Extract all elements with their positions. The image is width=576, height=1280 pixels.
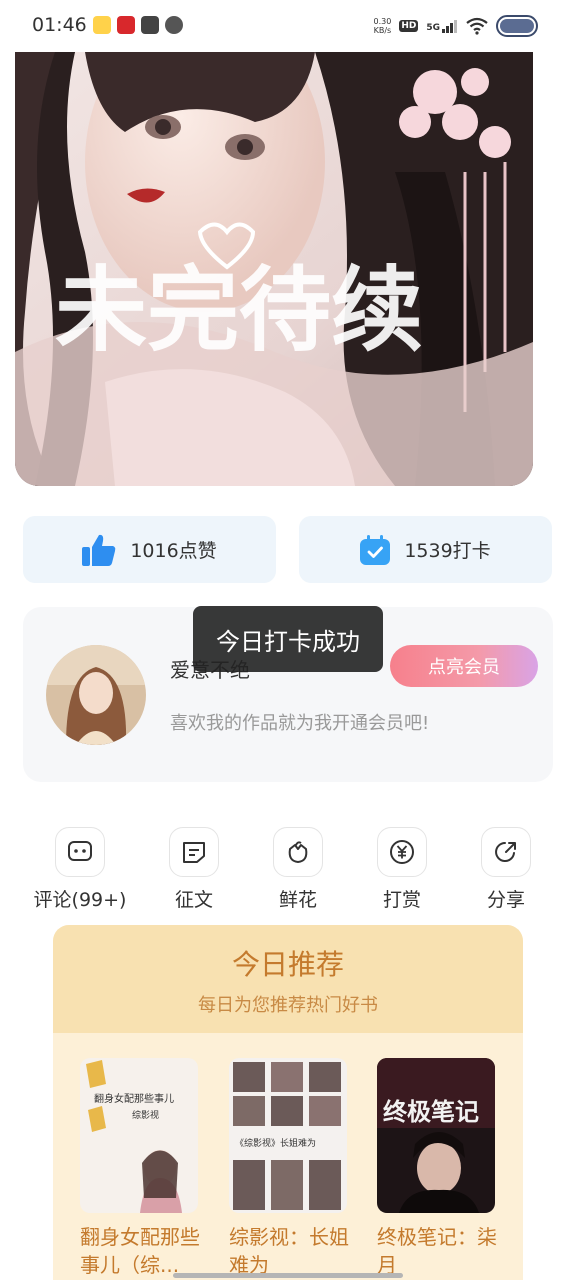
reward-label: 打赏 [382,889,421,911]
book-cover: 翻身女配那些事儿 综影视 [80,1058,198,1213]
thumbs-up-icon [82,534,116,566]
notification-app-icon-2 [117,16,135,34]
like-count: 1016点赞 [130,540,217,562]
flower-label: 鲜花 [278,889,317,911]
author-description: 喜欢我的作品就为我开通会员吧! [170,713,430,734]
essay-icon [183,842,205,863]
network-speed: 0.30 KB/s [373,17,392,35]
status-bar: 01:46 0.30 KB/s HD 5G [0,0,576,52]
book-title: 终极笔记：柒月 [377,1225,497,1277]
comment-label: 评论(99+) [33,889,127,911]
book-cover-art[interactable]: 未完待续 [15,52,533,486]
notification-app-icon-4 [165,16,183,34]
cover-overlay-text: 未完待续 [55,256,423,364]
book-cover: 《综影视》长姐难为 [229,1058,347,1213]
recommend-header: 今日推荐 每日为您推荐热门好书 [53,925,523,1033]
book-cover-title: 《综影视》长姐难为 [235,1137,316,1149]
recommend-book-2[interactable]: 《综影视》长姐难为 综影视：长姐难为 [229,1058,349,1279]
checkin-count: 1539打卡 [404,540,491,562]
recommend-title: 今日推荐 [231,948,344,981]
share-icon [495,842,516,862]
like-button[interactable]: 1016点赞 [23,516,276,583]
book-cover-title: 翻身女配那些事儿 [94,1092,174,1105]
flower-icon [288,841,308,863]
book-cover: 终极笔记 [377,1058,495,1213]
signal-icon: 5G [426,19,458,33]
recommend-book-1[interactable]: 翻身女配那些事儿 综影视 翻身女配那些事儿（综... [80,1058,200,1279]
notification-app-icon-1 [93,16,111,34]
yuan-coin-icon [390,840,414,864]
flower-action[interactable]: 鲜花 [243,827,353,912]
book-title: 翻身女配那些事儿（综... [80,1225,200,1277]
reward-action[interactable]: 打赏 [347,827,457,912]
share-label: 分享 [486,889,525,911]
book-title: 综影视：长姐难为 [229,1225,349,1277]
essay-action[interactable]: 征文 [139,827,249,912]
daily-recommend-section: 今日推荐 每日为您推荐热门好书 翻身女配那些事儿 综影视 翻身女配那些事儿（综.… [53,925,523,1280]
calendar-check-icon [360,534,391,565]
hd-icon: HD [399,20,419,32]
comment-icon [68,841,92,861]
home-indicator[interactable] [173,1273,403,1278]
book-cover-subtitle: 综影视 [132,1109,159,1121]
author-avatar[interactable] [46,645,146,745]
status-time: 01:46 [32,14,87,36]
checkin-button[interactable]: 1539打卡 [299,516,552,583]
vip-button[interactable]: 点亮会员 [390,645,538,687]
essay-label: 征文 [174,889,213,911]
battery-icon [496,15,538,37]
share-action[interactable]: 分享 [451,827,561,912]
recommend-book-3[interactable]: 终极笔记 终极笔记：柒月 [377,1058,497,1279]
book-cover-title: 终极笔记 [383,1098,479,1126]
wifi-icon [466,17,488,35]
notification-app-icon-3 [141,16,159,34]
comment-action[interactable]: 评论(99+) [25,827,135,912]
recommend-subtitle: 每日为您推荐热门好书 [198,995,378,1016]
checkin-success-toast: 今日打卡成功 [193,606,383,672]
